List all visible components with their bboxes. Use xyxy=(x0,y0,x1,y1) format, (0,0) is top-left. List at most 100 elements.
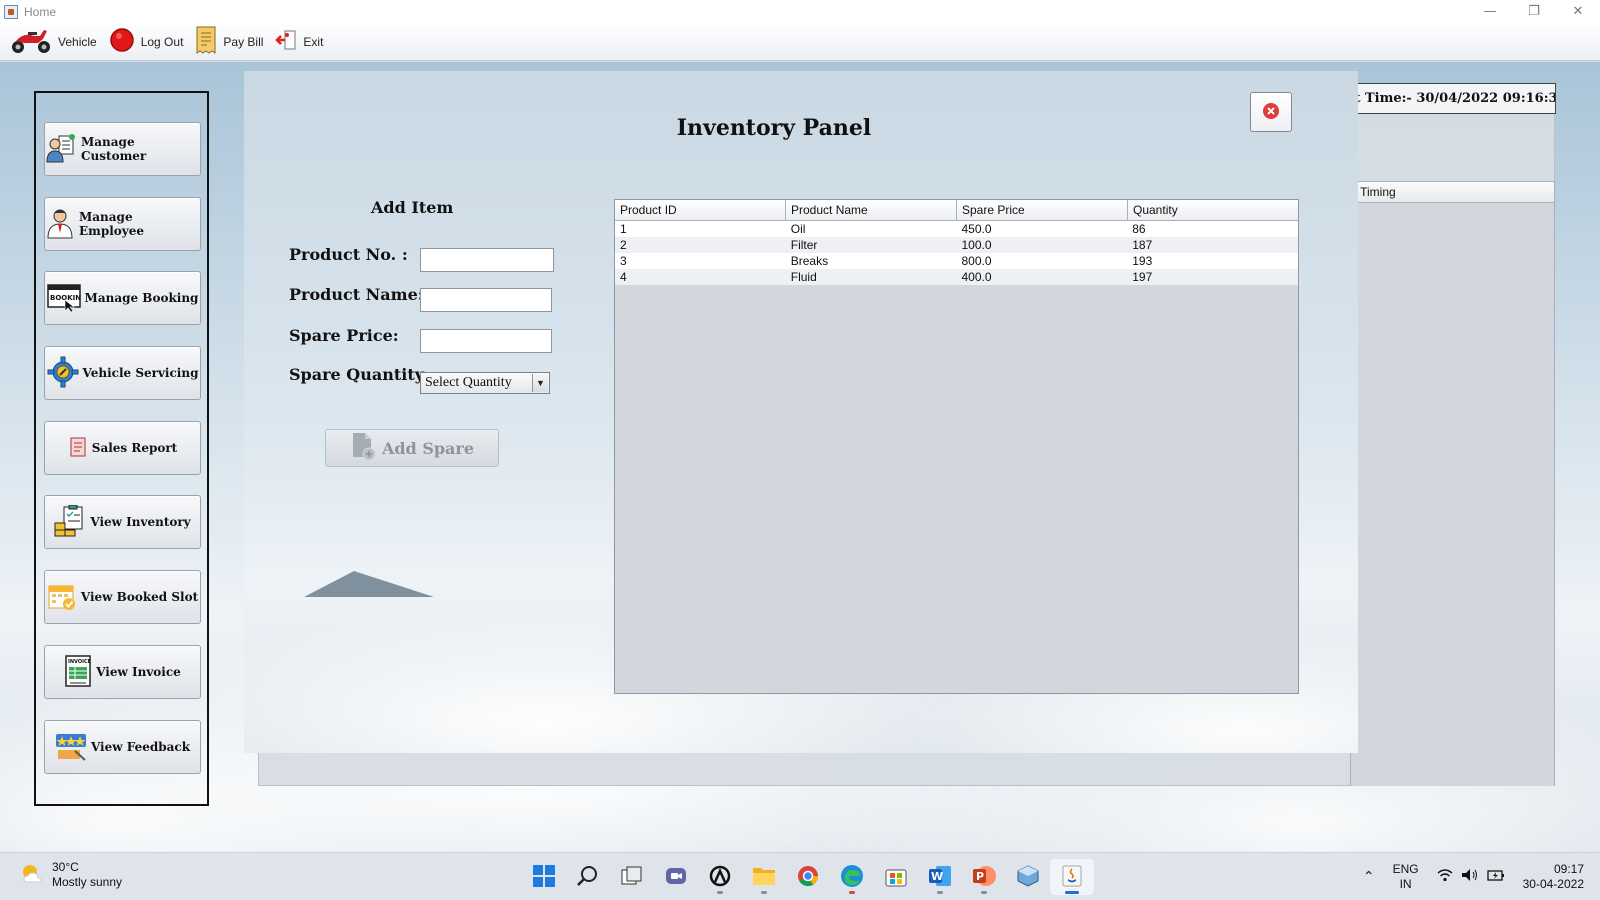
table-row[interactable]: 4 Fluid 400.0 197 xyxy=(615,269,1298,285)
sidebar-item-vehicle-servicing[interactable]: Vehicle Servicing xyxy=(44,346,201,400)
edge-button[interactable] xyxy=(830,859,874,895)
widgets-icon xyxy=(709,865,731,890)
sidebar-item-label: Manage Employee xyxy=(79,210,145,238)
report-icon xyxy=(68,435,88,462)
weather-temp: 30°C xyxy=(52,860,79,874)
clock[interactable]: 09:17 30-04-2022 xyxy=(1523,862,1584,892)
chrome-icon xyxy=(797,865,819,890)
running-indicator xyxy=(1065,891,1079,894)
quantity-select-value: Select Quantity xyxy=(425,375,512,390)
cell-product-id: 3 xyxy=(620,254,627,268)
cell-quantity: 187 xyxy=(1132,238,1153,252)
clock-date: 30-04-2022 xyxy=(1522,877,1584,891)
sidebar-item-manage-employee[interactable]: Manage Employee xyxy=(44,197,201,251)
add-spare-label: Add Spare xyxy=(381,438,475,458)
current-time-display: nt Time:- 30/04/2022 09:16:33 xyxy=(1350,83,1556,114)
sidebar-item-manage-customer[interactable]: Manage Customer xyxy=(44,122,201,176)
minimize-button[interactable]: — xyxy=(1468,0,1512,23)
search-button[interactable] xyxy=(566,859,610,895)
java-icon xyxy=(1061,864,1083,891)
cell-product-id: 4 xyxy=(620,270,627,284)
running-indicator xyxy=(717,891,723,894)
menu-vehicle-label: Vehicle xyxy=(58,34,97,49)
battery-icon xyxy=(1486,868,1505,886)
system-tray: ⌃ ENG IN 09:17 30-04-2022 xyxy=(1363,853,1600,900)
sidebar-item-label: Manage Booking xyxy=(84,291,199,305)
search-icon xyxy=(577,865,599,890)
title-bar: Home — ❐ ✕ xyxy=(0,0,1600,23)
word-button[interactable]: W xyxy=(918,859,962,895)
chevron-down-icon[interactable]: ▼ xyxy=(532,374,548,392)
bill-icon xyxy=(195,25,217,58)
sidebar-item-label: View Feedback xyxy=(90,740,191,754)
column-quantity[interactable]: Quantity xyxy=(1128,200,1298,220)
mountain-peak xyxy=(304,571,434,597)
chevron-up-icon[interactable]: ⌃ xyxy=(1363,869,1375,885)
feedback-icon xyxy=(55,731,87,764)
cell-quantity: 86 xyxy=(1132,222,1146,236)
cell-product-name: Fluid xyxy=(790,270,817,284)
powerpoint-icon: P xyxy=(972,865,996,890)
window-title: Home xyxy=(24,4,57,19)
svg-text:P: P xyxy=(976,870,984,883)
task-view-button[interactable] xyxy=(610,859,654,895)
column-spare-price[interactable]: Spare Price xyxy=(957,200,1128,220)
close-window-button[interactable]: ✕ xyxy=(1556,0,1600,23)
product-name-field[interactable] xyxy=(420,288,552,312)
add-spare-button[interactable]: Add Spare xyxy=(325,429,499,467)
sidebar-item-view-feedback[interactable]: View Feedback xyxy=(44,720,201,774)
taskbar-apps: W P xyxy=(522,859,1094,895)
virtualbox-button[interactable] xyxy=(1006,859,1050,895)
chat-icon xyxy=(665,865,687,890)
svg-text:W: W xyxy=(931,870,943,883)
tray-icons[interactable] xyxy=(1437,868,1505,886)
product-name-label: Product Name: xyxy=(289,285,424,304)
store-button[interactable] xyxy=(874,859,918,895)
table-row[interactable]: 1 Oil 450.0 86 xyxy=(615,221,1298,237)
sidebar-item-label: View Inventory xyxy=(90,515,191,529)
start-button[interactable] xyxy=(522,859,566,895)
sidebar-item-sales-report[interactable]: Sales Report xyxy=(44,421,201,475)
table-row[interactable]: 2 Filter 100.0 187 xyxy=(615,237,1298,253)
red-circle-icon xyxy=(109,27,135,56)
menu-exit-label: Exit xyxy=(303,34,324,49)
table-row[interactable]: 3 Breaks 800.0 193 xyxy=(615,253,1298,269)
product-no-field[interactable] xyxy=(420,248,554,272)
sun-cloud-icon xyxy=(20,862,44,889)
file-explorer-icon xyxy=(752,865,776,890)
clock-time: 09:17 xyxy=(1553,862,1584,876)
menu-logout[interactable]: Log Out xyxy=(109,26,183,58)
language-code: ENG xyxy=(1392,862,1419,876)
sidebar-item-label: View Booked Slot xyxy=(80,590,199,604)
running-indicator xyxy=(761,891,767,894)
chrome-button[interactable] xyxy=(786,859,830,895)
sidebar-item-manage-booking[interactable]: BOOKING Manage Booking xyxy=(44,271,201,325)
menu-vehicle[interactable]: Vehicle xyxy=(10,26,97,58)
cell-product-name: Oil xyxy=(790,222,806,236)
spare-price-label: Spare Price: xyxy=(289,326,399,345)
widgets-button[interactable] xyxy=(698,859,742,895)
sidebar-item-view-booked-slot[interactable]: View Booked Slot xyxy=(44,570,201,624)
running-indicator xyxy=(981,891,987,894)
menu-exit[interactable]: Exit xyxy=(275,26,323,58)
booking-icon: BOOKING xyxy=(46,282,87,315)
java-app-button[interactable] xyxy=(1050,859,1094,895)
weather-widget[interactable]: 30°C Mostly sunny xyxy=(20,860,122,890)
cell-product-name: Filter xyxy=(790,238,818,252)
slot-table-header: ot Timing xyxy=(1350,181,1555,203)
spare-price-field[interactable] xyxy=(420,329,552,353)
file-explorer-button[interactable] xyxy=(742,859,786,895)
cell-spare-price: 400.0 xyxy=(961,270,992,284)
quantity-select[interactable]: Select Quantity ▼ xyxy=(420,372,550,394)
running-indicator xyxy=(849,891,855,894)
sidebar-item-view-invoice[interactable]: INVOICE View Invoice xyxy=(44,645,201,699)
language-indicator[interactable]: ENG IN xyxy=(1393,862,1419,892)
restore-button[interactable]: ❐ xyxy=(1512,0,1556,23)
column-product-id[interactable]: Product ID xyxy=(615,200,786,220)
column-product-name[interactable]: Product Name xyxy=(786,200,957,220)
sidebar-item-view-inventory[interactable]: View Inventory xyxy=(44,495,201,549)
powerpoint-button[interactable]: P xyxy=(962,859,1006,895)
chat-button[interactable] xyxy=(654,859,698,895)
current-time-text: nt Time:- 30/04/2022 09:16:33 xyxy=(1350,91,1556,106)
menu-pay-bill[interactable]: Pay Bill xyxy=(195,26,263,58)
